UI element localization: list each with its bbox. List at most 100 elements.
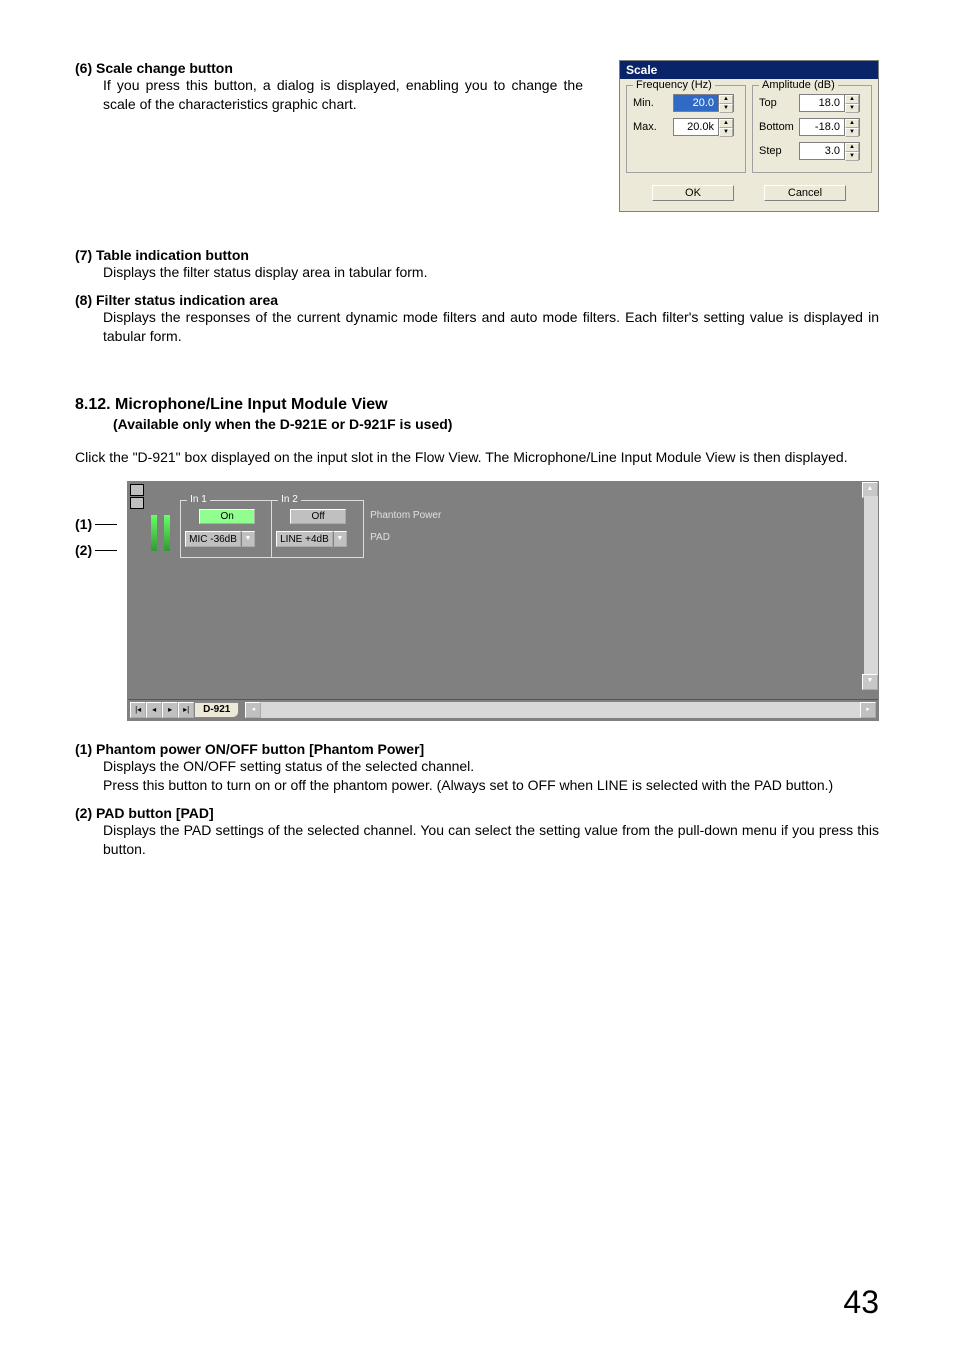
tab-first-icon[interactable]: |◂ (130, 702, 146, 718)
callout-2: (2) (75, 542, 117, 558)
phantom-off-button[interactable]: Off (290, 509, 346, 524)
amp-step-input[interactable]: 3.0 (799, 142, 860, 160)
pad-select-in1[interactable]: MIC -36dB ▼ (185, 531, 255, 547)
item-7-body: Displays the filter status display area … (103, 263, 879, 282)
spinner[interactable] (844, 119, 859, 135)
spin-down-icon[interactable] (719, 128, 733, 137)
item-2b-title: (2) PAD button [PAD] (75, 805, 879, 821)
in2-label: In 2 (278, 494, 301, 505)
ok-button[interactable]: OK (652, 185, 734, 201)
tab-d921[interactable]: D-921 (194, 702, 239, 718)
item-6: Scale Frequency (Hz) Min. 20.0 (75, 60, 879, 114)
level-meter-icon (151, 515, 157, 551)
in2-group: In 2 Off LINE +4dB ▼ (272, 500, 364, 558)
dropdown-arrow-icon[interactable]: ▼ (241, 531, 255, 547)
item-2b-body: Displays the PAD settings of the selecte… (103, 821, 879, 859)
spin-down-icon[interactable] (719, 104, 733, 113)
window-icon-bar (130, 484, 144, 510)
scroll-left-icon[interactable]: ◂ (245, 702, 261, 718)
frequency-fieldset: Frequency (Hz) Min. 20.0 (626, 85, 746, 173)
item-8: (8) Filter status indication area Displa… (75, 292, 879, 346)
item-1b-body2: Press this button to turn on or off the … (103, 776, 879, 795)
amp-step-row: Step 3.0 (759, 142, 865, 160)
spinner[interactable] (844, 143, 859, 159)
maximize-icon[interactable] (130, 497, 144, 509)
amp-top-value: 18.0 (800, 95, 844, 111)
phantom-power-label: Phantom Power (370, 510, 441, 521)
amp-bottom-label: Bottom (759, 121, 795, 133)
spin-up-icon[interactable] (719, 95, 733, 104)
dialog-titlebar: Scale (620, 61, 878, 79)
amp-bottom-input[interactable]: -18.0 (799, 118, 860, 136)
item-6-body: If you press this button, a dialog is di… (103, 76, 583, 114)
tab-nav: |◂ ◂ ▸ ▸| (130, 702, 194, 718)
page-number: 43 (843, 1284, 879, 1321)
freq-max-label: Max. (633, 121, 669, 133)
section-heading: 8.12. Microphone/Line Input Module View (75, 396, 879, 414)
tab-last-icon[interactable]: ▸| (178, 702, 194, 718)
amp-top-label: Top (759, 97, 795, 109)
scale-dialog-figure: Scale Frequency (Hz) Min. 20.0 (619, 60, 879, 212)
spin-down-icon[interactable] (845, 104, 859, 113)
scale-dialog: Scale Frequency (Hz) Min. 20.0 (619, 60, 879, 212)
item-1b-body1: Displays the ON/OFF setting status of th… (103, 757, 879, 776)
spinner[interactable] (718, 119, 733, 135)
scroll-down-icon[interactable]: ▼ (862, 674, 878, 690)
freq-min-label: Min. (633, 97, 669, 109)
pad-value-in2: LINE +4dB (276, 531, 333, 547)
h-scrollbar-track[interactable] (261, 702, 860, 718)
amp-step-value: 3.0 (800, 143, 844, 159)
in1-group: In 1 On MIC -36dB ▼ (180, 500, 272, 558)
level-meter-icon (164, 515, 170, 551)
freq-min-row: Min. 20.0 (633, 94, 739, 112)
freq-max-value: 20.0k (674, 119, 718, 135)
item-8-body: Displays the responses of the current dy… (103, 308, 879, 346)
spinner[interactable] (844, 95, 859, 111)
amp-bottom-row: Bottom -18.0 (759, 118, 865, 136)
tab-prev-icon[interactable]: ◂ (146, 702, 162, 718)
item-2b: (2) PAD button [PAD] Displays the PAD se… (75, 805, 879, 859)
module-view-footer: |◂ ◂ ▸ ▸| D-921 ◂ ▸ (128, 699, 878, 720)
dialog-button-row: OK Cancel (620, 179, 878, 211)
spin-down-icon[interactable] (845, 152, 859, 161)
amp-top-input[interactable]: 18.0 (799, 94, 860, 112)
freq-min-input[interactable]: 20.0 (673, 94, 734, 112)
page: Scale Frequency (Hz) Min. 20.0 (0, 0, 954, 1351)
cancel-button[interactable]: Cancel (764, 185, 846, 201)
amplitude-fieldset: Amplitude (dB) Top 18.0 (752, 85, 872, 173)
restore-icon[interactable] (130, 484, 144, 496)
dropdown-arrow-icon[interactable]: ▼ (333, 531, 347, 547)
spin-up-icon[interactable] (845, 143, 859, 152)
item-1b: (1) Phantom power ON/OFF button [Phantom… (75, 741, 879, 795)
phantom-on-button[interactable]: On (199, 509, 255, 524)
section-subheading: (Available only when the D-921E or D-921… (113, 416, 879, 432)
spinner[interactable] (718, 95, 733, 111)
item-7-title: (7) Table indication button (75, 247, 879, 263)
freq-min-value: 20.0 (674, 95, 718, 111)
callout-line (95, 550, 117, 551)
callout-1-label: (1) (75, 516, 92, 532)
dialog-body: Frequency (Hz) Min. 20.0 (620, 79, 878, 179)
v-scrollbar-track[interactable] (864, 496, 878, 676)
item-8-title: (8) Filter status indication area (75, 292, 879, 308)
module-view-figure: (1) (2) In 1 On MIC -36dB ▼ (75, 481, 879, 721)
amp-bottom-value: -18.0 (800, 119, 844, 135)
tab-next-icon[interactable]: ▸ (162, 702, 178, 718)
item-7: (7) Table indication button Displays the… (75, 247, 879, 282)
amplitude-legend: Amplitude (dB) (759, 79, 838, 91)
h-scrollbar[interactable]: ◂ ▸ (245, 702, 876, 718)
spin-up-icon[interactable] (845, 95, 859, 104)
scroll-right-icon[interactable]: ▸ (860, 702, 876, 718)
pad-value-in1: MIC -36dB (185, 531, 241, 547)
pad-select-in2[interactable]: LINE +4dB ▼ (276, 531, 347, 547)
callout-2-label: (2) (75, 542, 92, 558)
spin-up-icon[interactable] (845, 119, 859, 128)
spin-up-icon[interactable] (719, 119, 733, 128)
freq-max-input[interactable]: 20.0k (673, 118, 734, 136)
callout-line (95, 524, 117, 525)
pad-label: PAD (370, 532, 390, 543)
spin-down-icon[interactable] (845, 128, 859, 137)
module-view-window: In 1 On MIC -36dB ▼ In 2 Off LINE +4dB ▼… (127, 481, 879, 721)
section-intro: Click the "D-921" box displayed on the i… (75, 448, 879, 468)
callouts: (1) (2) (75, 481, 117, 558)
